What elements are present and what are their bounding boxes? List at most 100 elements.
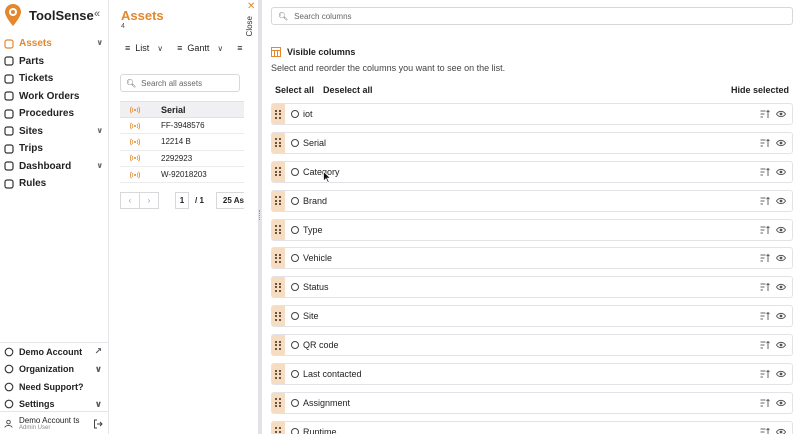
eye-icon[interactable] [776,283,786,291]
column-select-radio[interactable] [291,225,299,234]
chevron-down-icon[interactable]: ∨ [95,399,102,410]
sidebar-item-sites[interactable]: Sites ∨ [0,123,109,141]
sidebar-item-rules[interactable]: Rules [0,175,109,193]
column-item-iot[interactable]: iot [271,103,793,125]
column-item-status[interactable]: Status [271,276,793,299]
sort-icon[interactable] [760,253,770,263]
drag-handle-icon[interactable] [272,335,285,356]
column-select-radio[interactable] [291,138,299,147]
column-select-radio[interactable] [291,167,299,176]
column-item-assignment[interactable]: Assignment [271,391,793,414]
column-select-radio[interactable] [291,370,299,379]
serial-column-header[interactable]: Serial [150,105,186,115]
chevron-down-icon[interactable]: ∨ [97,38,104,47]
close-label[interactable]: Close [245,16,254,36]
column-select-radio[interactable] [291,283,299,292]
sort-icon[interactable] [760,369,770,379]
iot-column-header[interactable] [120,102,150,117]
resize-handle[interactable] [259,210,261,220]
drag-handle-icon[interactable] [272,161,285,182]
sort-icon[interactable] [760,109,770,119]
view-tab-gantt[interactable]: ≡ Gantt ∨ [177,43,223,53]
sort-icon[interactable] [760,282,770,292]
column-select-radio[interactable] [291,398,299,407]
drag-handle-icon[interactable] [272,392,285,413]
next-page-button[interactable]: › [139,192,159,209]
column-select-radio[interactable] [291,196,299,205]
drag-handle-icon[interactable] [272,364,285,385]
column-item-type[interactable]: Type [271,218,793,241]
sort-icon[interactable] [760,196,770,206]
brand[interactable]: ToolSense [4,3,94,27]
sidebar-item-demo-account[interactable]: Demo Account ↗ [0,343,109,361]
drag-handle-icon[interactable] [272,277,285,298]
column-item-serial[interactable]: Serial [271,131,793,154]
eye-icon[interactable] [776,341,786,349]
sort-icon[interactable] [760,138,770,148]
eye-icon[interactable] [776,312,786,320]
drag-handle-icon[interactable] [272,421,285,434]
chevron-down-icon[interactable]: ∨ [95,364,102,375]
sidebar-item-procedures[interactable]: Procedures [0,105,109,123]
column-select-radio[interactable] [291,110,299,118]
sort-icon[interactable] [760,398,770,408]
close-strip[interactable]: ✕ Close [244,0,258,434]
column-item-qr-code[interactable]: QR code [271,334,793,357]
prev-page-button[interactable]: ‹ [120,192,140,209]
close-icon[interactable]: ✕ [247,2,255,12]
table-row[interactable]: W-92018203 [120,167,259,184]
collapse-sidebar-icon[interactable]: « [94,9,100,20]
chevron-down-icon[interactable]: ∨ [217,44,223,53]
column-item-site[interactable]: Site [271,305,793,328]
sort-icon[interactable] [760,167,770,177]
column-select-radio[interactable] [291,254,299,263]
eye-icon[interactable] [776,110,786,118]
column-item-brand[interactable]: Brand [271,189,793,212]
column-item-category[interactable]: Category [271,160,793,183]
drag-handle-icon[interactable] [272,132,285,153]
drag-handle-icon[interactable] [272,219,285,240]
column-item-vehicle[interactable]: Vehicle [271,247,793,270]
sidebar-item-tickets[interactable]: Tickets [0,70,109,88]
column-item-last-contacted[interactable]: Last contacted [271,363,793,386]
column-select-radio[interactable] [291,341,299,350]
table-row[interactable]: 2292923 [120,151,259,167]
select-all-button[interactable]: Select all [275,85,314,95]
eye-icon[interactable] [776,370,786,378]
deselect-all-button[interactable]: Deselect all [323,85,373,95]
external-link-icon[interactable]: ↗ [94,346,102,357]
column-search-input[interactable]: 🔍︎ Search columns [271,7,793,25]
sidebar-item-work-orders[interactable]: Work Orders [0,88,109,106]
table-row[interactable]: FF-3948576 [120,118,259,135]
column-select-radio[interactable] [291,312,299,321]
eye-icon[interactable] [776,226,786,234]
eye-icon[interactable] [776,428,786,434]
logout-icon[interactable] [93,419,103,429]
hide-selected-button[interactable]: Hide selected [731,85,789,95]
eye-icon[interactable] [776,168,786,176]
drag-handle-icon[interactable] [272,104,285,124]
view-tab-list[interactable]: ≡ List ∨ [125,43,163,53]
chevron-down-icon[interactable]: ∨ [97,161,104,170]
sort-icon[interactable] [760,225,770,235]
sidebar-item-trips[interactable]: Trips [0,140,109,158]
sidebar-item-organization[interactable]: Organization ∨ [0,361,109,379]
user-block[interactable]: Demo Account ts Admin User [0,411,109,434]
eye-icon[interactable] [776,197,786,205]
sidebar-item-need-support[interactable]: Need Support? [0,378,109,396]
page-number-input[interactable]: 1 [175,192,189,209]
drag-handle-icon[interactable] [272,190,285,211]
asset-search-input[interactable]: 🔍︎ Search all assets [120,74,240,92]
eye-icon[interactable] [776,139,786,147]
drag-handle-icon[interactable] [272,248,285,269]
sidebar-item-assets[interactable]: Assets ∨ [0,35,109,53]
sort-icon[interactable] [760,427,770,434]
chevron-down-icon[interactable]: ∨ [97,126,104,135]
sidebar-item-dashboard[interactable]: Dashboard ∨ [0,158,109,176]
sort-icon[interactable] [760,340,770,350]
sidebar-item-parts[interactable]: Parts [0,53,109,71]
table-row[interactable]: 12214 B [120,134,259,151]
drag-handle-icon[interactable] [272,306,285,327]
chevron-down-icon[interactable]: ∨ [157,44,163,53]
sort-icon[interactable] [760,311,770,321]
